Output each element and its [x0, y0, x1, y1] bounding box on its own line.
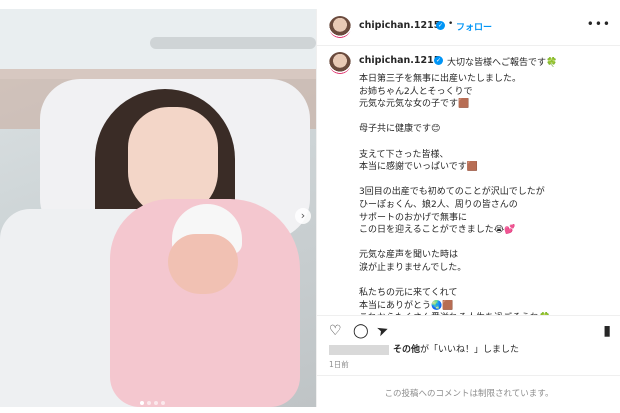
caption: chipichan.1215 ✓ 大切な皆様へご報告です🍀 本日第三子を無事に出…: [317, 45, 620, 315]
caption-first-line: 大切な皆様へご報告です🍀: [447, 58, 558, 68]
carousel-dots: [140, 401, 165, 405]
caption-line: サポートのおかげで無事に: [359, 212, 468, 223]
share-icon[interactable]: ➤: [375, 321, 391, 340]
comments-footer: この投稿へのコメントは制限されています。: [317, 375, 620, 408]
caption-line: 母子共に健康です😊: [359, 124, 441, 135]
caption-line: 支えて下さった皆様、: [359, 149, 449, 160]
caption-line: 3回目の出産でも初めてのことが沢山でしたが: [359, 187, 545, 198]
caption-line: この日を迎えることができました😭💕: [359, 225, 516, 236]
carousel-dot: [140, 401, 144, 405]
post-photo[interactable]: ›: [0, 9, 316, 407]
caption-body: 本日第三子を無事に出産いたしました。 お姉ちゃん2人とそっくりで 元気な元気な女の子…: [359, 73, 614, 315]
caption-line: 元気な元気な女の子です🟫: [359, 99, 470, 110]
blurred-username: [329, 344, 389, 355]
caption-line: [359, 174, 614, 187]
likes-suffix: が「いいね！」しました: [420, 345, 520, 355]
bookmark-icon[interactable]: ▮: [603, 324, 611, 338]
post-header: chipichan.1215 ✓ • フォロー •••: [317, 9, 620, 46]
action-bar: ♡ ◯ ➤ ▮: [317, 315, 620, 341]
caption-line: [359, 237, 614, 250]
caption-line: [359, 111, 614, 124]
follow-button[interactable]: フォロー: [456, 20, 492, 33]
username[interactable]: chipichan.1215: [359, 20, 440, 31]
caption-line: ひーぽぉくん、娘2人、周りの皆さんの: [359, 199, 518, 210]
carousel-dot: [161, 401, 165, 405]
avatar[interactable]: [329, 16, 351, 38]
likes-others-link[interactable]: その他: [393, 345, 420, 355]
verified-icon: ✓: [434, 56, 443, 65]
carousel-dot: [147, 401, 151, 405]
comments-disabled-notice: この投稿へのコメントは制限されています。: [384, 389, 554, 399]
caption-line: 本当に感謝でいっぱいです🟫: [359, 162, 478, 173]
caption-avatar[interactable]: [329, 52, 351, 74]
caption-line: 涙が止まりませんでした。: [359, 262, 467, 273]
caption-line: お姉ちゃん2人とそっくりで: [359, 86, 473, 97]
caption-line: 本日第三子を無事に出産いたしました。: [359, 74, 522, 84]
instagram-post: › chipichan.1215 ✓ • フォロー ••• chipichan.…: [0, 0, 620, 413]
caption-line: 本当にありがとう🌏🟫: [359, 300, 454, 311]
next-photo-icon[interactable]: ›: [295, 208, 311, 224]
carousel-dot: [154, 401, 158, 405]
more-options-icon[interactable]: •••: [587, 17, 611, 31]
bed-rail: [150, 37, 316, 49]
separator: •: [448, 19, 454, 29]
caption-line: 元気な産声を聞いた時は: [359, 250, 459, 261]
caption-line: [359, 136, 614, 149]
comment-icon[interactable]: ◯: [353, 324, 369, 338]
caption-line: 私たちの元に来てくれて: [359, 288, 458, 299]
post-sidebar: chipichan.1215 ✓ • フォロー ••• chipichan.12…: [316, 9, 620, 407]
likes-summary: その他が「いいね！」しました: [329, 342, 519, 355]
baby-face: [168, 234, 238, 294]
caption-line: [359, 275, 614, 288]
heart-icon[interactable]: ♡: [329, 324, 342, 338]
post-date[interactable]: 1日前: [329, 359, 349, 370]
caption-username[interactable]: chipichan.1215: [359, 55, 440, 66]
verified-icon: ✓: [436, 21, 445, 30]
